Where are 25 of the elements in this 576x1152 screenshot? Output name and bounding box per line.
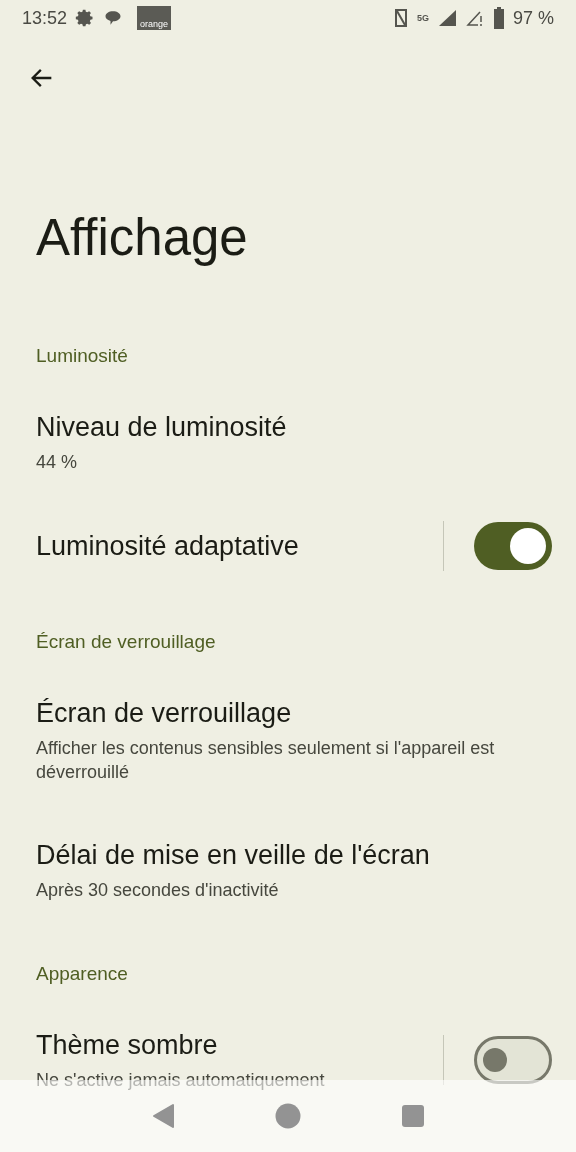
setting-summary: Ne s'active jamais automatiquement xyxy=(36,1069,326,1092)
setting-summary: Après 30 secondes d'inactivité xyxy=(36,879,280,902)
network-type: 5G xyxy=(416,13,429,23)
page-title: Affichage xyxy=(35,208,249,268)
setting-title: Niveau de luminosité xyxy=(36,411,288,444)
battery-percent: 97 % xyxy=(512,7,554,29)
setting-title: Luminosité adaptative xyxy=(36,530,300,563)
nfc-icon xyxy=(392,8,409,28)
toggle-switch[interactable] xyxy=(474,1036,552,1084)
setting-summary: Afficher les contenus sensibles seulement si l'appareil est déverrouillé xyxy=(36,737,496,784)
status-time: 13:52 xyxy=(22,7,68,29)
back-nav-button[interactable] xyxy=(151,1103,175,1129)
setting-title: Écran de verrouillage xyxy=(36,697,293,730)
section-header: Luminosité xyxy=(35,344,129,368)
setting-summary: 44 % xyxy=(36,451,79,474)
section-header: Écran de verrouillage xyxy=(35,630,217,654)
setting-title: Délai de mise en veille de l'écran xyxy=(36,839,431,872)
section-header: Apparence xyxy=(35,962,129,986)
toggle-switch[interactable] xyxy=(474,522,552,570)
carrier-logo: orange xyxy=(137,6,172,30)
setting-title: Thème sombre xyxy=(36,1029,219,1062)
home-nav-button[interactable] xyxy=(275,1103,301,1129)
gear-icon xyxy=(75,8,96,28)
battery-icon xyxy=(492,7,505,29)
recents-nav-button[interactable] xyxy=(401,1104,425,1128)
